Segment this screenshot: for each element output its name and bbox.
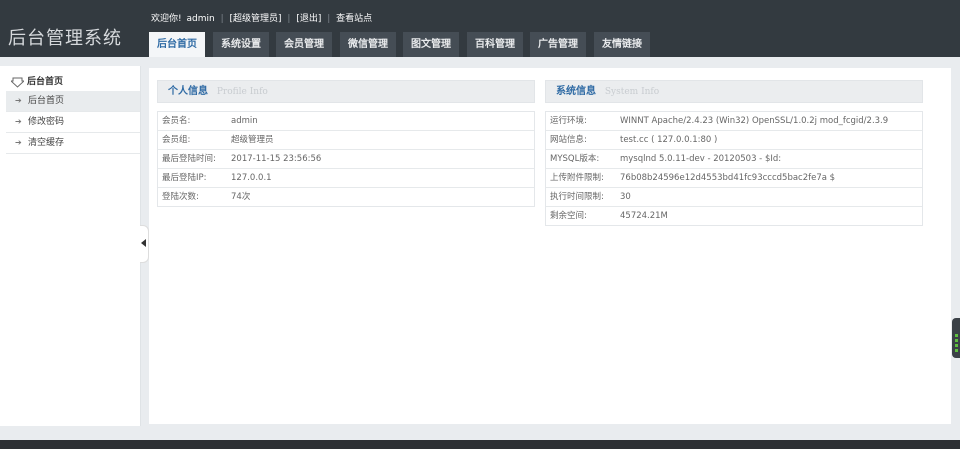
down-arrow-icon (11, 77, 24, 88)
row-value: 76b08b24596e12d4553bd41fc93cccd5bac2fe7a… (620, 173, 836, 183)
table-row: 运行环境: WINNT Apache/2.4.23 (Win32) OpenSS… (546, 112, 922, 131)
row-key: 会员组: (162, 135, 191, 145)
row-value: 30 (620, 192, 631, 202)
tab-member-management[interactable]: 会员管理 (276, 32, 332, 57)
row-value: 超级管理员 (231, 135, 274, 145)
main-content: 个人信息 Profile Info 会员名: admin 会员组: 超级管理员 … (149, 68, 951, 424)
separator: | (220, 14, 224, 24)
row-value: 2017-11-15 23:56:56 (231, 154, 322, 164)
status-dot-icon (955, 334, 958, 337)
row-value: admin (231, 116, 258, 126)
row-value: test.cc ( 127.0.0.1:80 ) (620, 135, 718, 145)
row-key: 剩余空间: (550, 211, 587, 221)
row-key: 上传附件限制: (550, 173, 604, 183)
sidebar: 后台首页 ➔ 后台首页 ➔ 修改密码 ➔ 清空缓存 (0, 66, 141, 426)
table-row: 会员名: admin (158, 112, 534, 131)
table-row: 会员组: 超级管理员 (158, 131, 534, 150)
row-value: 45724.21M (620, 211, 668, 221)
system-table: 运行环境: WINNT Apache/2.4.23 (Win32) OpenSS… (545, 111, 923, 226)
sidebar-item-label: 后台首页 (28, 96, 65, 106)
row-key: MYSQL版本: (550, 154, 600, 164)
row-value: 74次 (231, 192, 251, 202)
profile-panel-subtitle: Profile Info (216, 87, 268, 97)
profile-panel-title: 个人信息 (168, 86, 208, 97)
arrow-right-icon: ➔ (15, 117, 22, 126)
row-value: mysqlnd 5.0.11-dev - 20120503 - $Id: (620, 154, 782, 164)
status-dot-icon (955, 339, 958, 342)
tab-wiki-management[interactable]: 百科管理 (467, 32, 523, 57)
tab-home[interactable]: 后台首页 (149, 32, 205, 57)
tab-system-settings[interactable]: 系统设置 (213, 32, 269, 57)
username: admin (186, 14, 215, 24)
row-key: 最后登陆时间: (162, 154, 216, 164)
top-header: 后台管理系统 欢迎你! admin | [超级管理员] | [退出] | 查看站… (0, 0, 960, 57)
tab-friend-links[interactable]: 友情链接 (594, 32, 650, 57)
separator: | (327, 14, 331, 24)
user-info-bar: 欢迎你! admin | [超级管理员] | [退出] | 查看站点 (151, 11, 372, 24)
view-site-link[interactable]: 查看站点 (336, 11, 372, 24)
tab-wechat-management[interactable]: 微信管理 (340, 32, 396, 57)
table-row: 最后登陆IP: 127.0.0.1 (158, 169, 534, 188)
profile-panel: 个人信息 Profile Info 会员名: admin 会员组: 超级管理员 … (157, 80, 535, 207)
row-key: 执行时间限制: (550, 192, 604, 202)
separator: | (287, 14, 291, 24)
row-key: 最后登陆IP: (162, 173, 207, 183)
table-row: 执行时间限制: 30 (546, 188, 922, 207)
table-row: 最后登陆时间: 2017-11-15 23:56:56 (158, 150, 534, 169)
row-key: 登陆次数: (162, 192, 199, 202)
table-row: 剩余空间: 45724.21M (546, 207, 922, 225)
tab-ad-management[interactable]: 广告管理 (530, 32, 586, 57)
system-panel-subtitle: System Info (604, 87, 660, 97)
sidebar-item-clear-cache[interactable]: ➔ 清空缓存 (6, 133, 140, 154)
sidebar-item-change-password[interactable]: ➔ 修改密码 (6, 112, 140, 133)
status-dot-icon (955, 344, 958, 347)
logout-link[interactable]: [退出] (296, 11, 321, 24)
collapse-left-icon (141, 239, 146, 247)
status-dot-icon (955, 349, 958, 352)
sidebar-collapse-toggle[interactable] (140, 225, 149, 263)
side-tool-widget[interactable] (952, 318, 960, 358)
table-row: MYSQL版本: mysqlnd 5.0.11-dev - 20120503 -… (546, 150, 922, 169)
arrow-right-icon: ➔ (15, 138, 22, 147)
arrow-right-icon: ➔ (15, 96, 22, 105)
profile-panel-header: 个人信息 Profile Info (157, 80, 535, 103)
row-value: WINNT Apache/2.4.23 (Win32) OpenSSL/1.0.… (620, 116, 889, 126)
sidebar-heading[interactable]: 后台首页 (0, 71, 140, 93)
table-row: 网站信息: test.cc ( 127.0.0.1:80 ) (546, 131, 922, 150)
app-title: 后台管理系统 (8, 28, 122, 49)
row-value: 127.0.0.1 (231, 173, 272, 183)
sidebar-item-label: 修改密码 (28, 117, 65, 127)
sidebar-item-label: 清空缓存 (28, 138, 65, 148)
row-key: 会员名: (162, 116, 191, 126)
sidebar-heading-label: 后台首页 (27, 77, 64, 87)
profile-table: 会员名: admin 会员组: 超级管理员 最后登陆时间: 2017-11-15… (157, 111, 535, 207)
row-key: 网站信息: (550, 135, 587, 145)
system-panel-title: 系统信息 (556, 86, 596, 97)
table-row: 登陆次数: 74次 (158, 188, 534, 206)
sidebar-item-home[interactable]: ➔ 后台首页 (6, 91, 140, 112)
system-panel-header: 系统信息 System Info (545, 80, 923, 103)
row-key: 运行环境: (550, 116, 587, 126)
bottom-bar (0, 440, 960, 449)
welcome-text: 欢迎你! (151, 14, 182, 24)
role-link[interactable]: [超级管理员] (229, 11, 281, 24)
tab-article-management[interactable]: 图文管理 (403, 32, 459, 57)
table-row: 上传附件限制: 76b08b24596e12d4553bd41fc93cccd5… (546, 169, 922, 188)
system-panel: 系统信息 System Info 运行环境: WINNT Apache/2.4.… (545, 80, 923, 226)
